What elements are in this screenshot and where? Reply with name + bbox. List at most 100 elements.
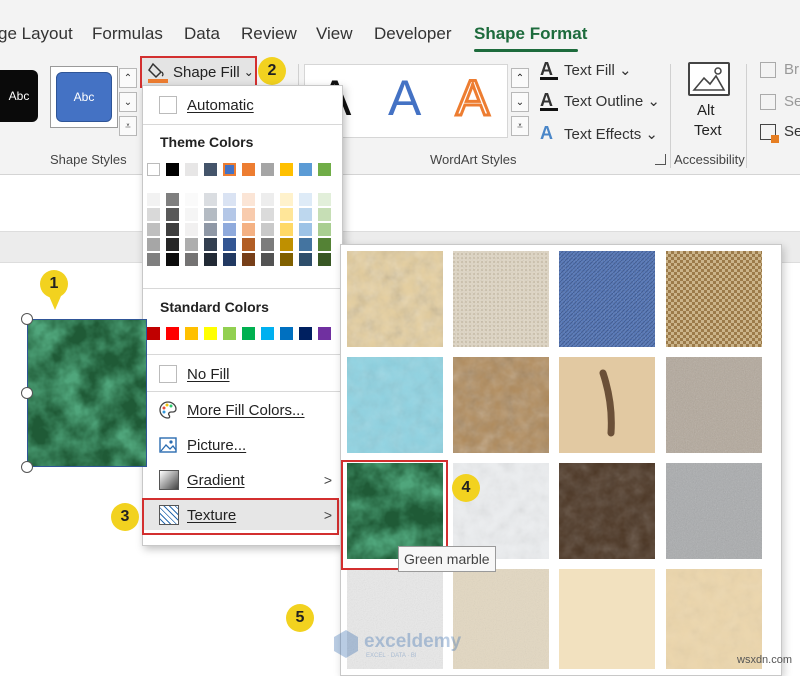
alt-text-label-2[interactable]: Text <box>694 122 722 139</box>
shape-style-blue[interactable]: Abc <box>56 72 112 122</box>
theme-shade-swatch[interactable] <box>185 223 198 236</box>
theme-shade-swatch[interactable] <box>242 208 255 221</box>
standard-color-swatch[interactable] <box>280 327 293 340</box>
theme-shade-swatch[interactable] <box>166 253 179 266</box>
send-backward-icon[interactable] <box>760 94 776 110</box>
theme-color-swatch[interactable] <box>223 163 236 176</box>
theme-shade-swatch[interactable] <box>280 223 293 236</box>
theme-shade-swatch[interactable] <box>147 223 160 236</box>
theme-shade-swatch[interactable] <box>280 193 293 206</box>
texture-papyrus[interactable] <box>347 251 443 347</box>
text-fill-button[interactable]: A Text Fill ⌄ <box>540 60 632 80</box>
wordart-scroll-down[interactable]: ⌄ <box>511 92 529 112</box>
theme-shade-swatch[interactable] <box>242 223 255 236</box>
theme-color-swatch[interactable] <box>166 163 179 176</box>
dialog-launcher-icon[interactable] <box>655 154 666 165</box>
tab-shape-format[interactable]: Shape Format <box>474 24 587 44</box>
theme-color-swatch[interactable] <box>280 163 293 176</box>
theme-shade-swatch[interactable] <box>147 208 160 221</box>
selection-pane-icon[interactable] <box>760 124 779 143</box>
style-scroll-up[interactable]: ⌃ <box>119 68 137 88</box>
theme-shade-swatch[interactable] <box>261 238 274 251</box>
tab-developer[interactable]: Developer <box>374 24 452 44</box>
resize-handle[interactable] <box>21 461 33 473</box>
texture-paper-bag[interactable] <box>453 357 549 453</box>
menu-item-no-fill[interactable]: No Fill <box>143 359 342 389</box>
theme-shade-swatch[interactable] <box>299 193 312 206</box>
theme-shade-swatch[interactable] <box>166 193 179 206</box>
theme-shade-swatch[interactable] <box>318 208 331 221</box>
standard-color-swatch[interactable] <box>299 327 312 340</box>
resize-handle[interactable] <box>21 313 33 325</box>
tab-formulas[interactable]: Formulas <box>92 24 163 44</box>
tab-data[interactable]: Data <box>184 24 220 44</box>
menu-item-picture[interactable]: Picture... <box>143 430 342 460</box>
resize-handle[interactable] <box>21 387 33 399</box>
theme-shade-swatch[interactable] <box>280 208 293 221</box>
wordart-style-blue[interactable]: A <box>388 68 421 128</box>
standard-color-swatch[interactable] <box>223 327 236 340</box>
theme-shade-swatch[interactable] <box>242 253 255 266</box>
theme-shade-swatch[interactable] <box>185 253 198 266</box>
menu-item-gradient[interactable]: Gradient > <box>143 465 342 495</box>
text-outline-button[interactable]: A Text Outline ⌄ <box>540 91 660 111</box>
send-backward-label[interactable]: Se <box>784 93 800 110</box>
texture-denim[interactable] <box>559 251 655 347</box>
text-effects-button[interactable]: A Text Effects ⌄ <box>540 123 658 144</box>
theme-shade-swatch[interactable] <box>166 223 179 236</box>
shape-fill-button[interactable]: Shape Fill ⌄ <box>140 56 257 88</box>
standard-color-swatch[interactable] <box>166 327 179 340</box>
theme-shade-swatch[interactable] <box>318 253 331 266</box>
theme-shade-swatch[interactable] <box>166 238 179 251</box>
tab-view[interactable]: View <box>316 24 353 44</box>
standard-color-swatch[interactable] <box>261 327 274 340</box>
texture-woven-mat[interactable] <box>666 251 762 347</box>
shape-style-dark[interactable]: Abc <box>0 70 38 122</box>
theme-shade-swatch[interactable] <box>299 253 312 266</box>
menu-item-automatic[interactable]: Automatic <box>143 90 342 120</box>
theme-shade-swatch[interactable] <box>147 253 160 266</box>
theme-shade-swatch[interactable] <box>318 223 331 236</box>
standard-color-swatch[interactable] <box>185 327 198 340</box>
standard-color-swatch[interactable] <box>242 327 255 340</box>
theme-shade-swatch[interactable] <box>185 193 198 206</box>
bring-forward-label[interactable]: Br <box>784 61 799 78</box>
theme-shade-swatch[interactable] <box>242 238 255 251</box>
texture-fish-fossil[interactable] <box>559 357 655 453</box>
tab-page-layout[interactable]: ge Layout <box>0 24 73 44</box>
theme-shade-swatch[interactable] <box>280 253 293 266</box>
theme-shade-swatch[interactable] <box>299 223 312 236</box>
theme-shade-swatch[interactable] <box>280 238 293 251</box>
theme-shade-swatch[interactable] <box>318 238 331 251</box>
theme-shade-swatch[interactable] <box>261 223 274 236</box>
style-gallery-more[interactable]: ⩡ <box>119 116 137 136</box>
theme-color-swatch[interactable] <box>147 163 160 176</box>
theme-shade-swatch[interactable] <box>204 223 217 236</box>
theme-color-swatch[interactable] <box>299 163 312 176</box>
theme-shade-swatch[interactable] <box>223 223 236 236</box>
theme-shade-swatch[interactable] <box>261 193 274 206</box>
theme-shade-swatch[interactable] <box>261 253 274 266</box>
texture-granite[interactable] <box>666 463 762 559</box>
texture-water-droplets[interactable] <box>347 357 443 453</box>
wordart-style-orange-outline[interactable]: A <box>454 68 490 128</box>
theme-color-swatch[interactable] <box>242 163 255 176</box>
theme-shade-swatch[interactable] <box>204 253 217 266</box>
theme-shade-swatch[interactable] <box>223 238 236 251</box>
style-scroll-down[interactable]: ⌄ <box>119 92 137 112</box>
theme-shade-swatch[interactable] <box>147 193 160 206</box>
theme-color-swatch[interactable] <box>318 163 331 176</box>
standard-color-swatch[interactable] <box>204 327 217 340</box>
theme-shade-swatch[interactable] <box>204 208 217 221</box>
tab-review[interactable]: Review <box>241 24 297 44</box>
theme-shade-swatch[interactable] <box>299 208 312 221</box>
theme-shade-swatch[interactable] <box>185 238 198 251</box>
wordart-scroll-up[interactable]: ⌃ <box>511 68 529 88</box>
theme-shade-swatch[interactable] <box>223 193 236 206</box>
theme-shade-swatch[interactable] <box>204 193 217 206</box>
selected-shape-green-marble[interactable] <box>27 319 147 467</box>
theme-shade-swatch[interactable] <box>242 193 255 206</box>
theme-shade-swatch[interactable] <box>185 208 198 221</box>
theme-shade-swatch[interactable] <box>299 238 312 251</box>
theme-color-swatch[interactable] <box>261 163 274 176</box>
